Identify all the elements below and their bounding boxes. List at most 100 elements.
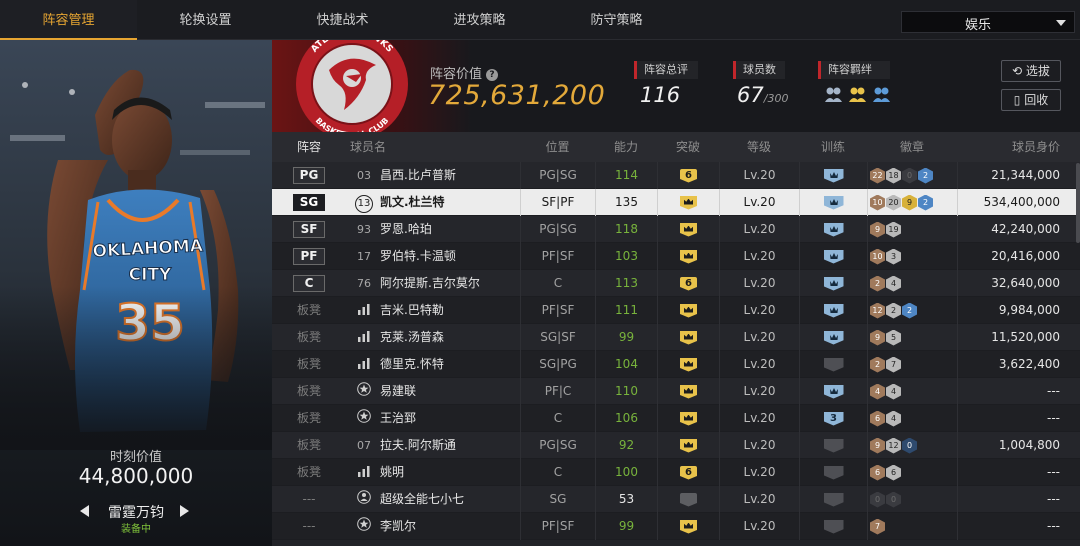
badges-cell[interactable]: 95 [867, 324, 957, 351]
tab-lineup-management[interactable]: 阵容管理 [0, 0, 137, 40]
badges-cell[interactable]: 44 [867, 378, 957, 405]
training-cell[interactable] [799, 270, 867, 297]
badges-cell[interactable]: 00 [867, 486, 957, 513]
breakthrough-cell[interactable] [657, 189, 719, 216]
player-ability: 53 [595, 486, 657, 513]
table-row[interactable]: 板凳 易建联 PF|C 110 Lv.20 44 --- [272, 378, 1080, 405]
training-cell[interactable] [799, 486, 867, 513]
player-name[interactable]: 罗恩.哈珀 [380, 216, 520, 243]
training-cell[interactable] [799, 243, 867, 270]
training-cell[interactable] [799, 432, 867, 459]
training-cell[interactable] [799, 189, 867, 216]
badges-cell[interactable]: 9 12 0 [867, 432, 957, 459]
recycle-button[interactable]: ▯ 回收 [1001, 89, 1061, 111]
badges-cell[interactable]: 10 20 9 2 [867, 189, 957, 216]
team-bond-icons[interactable] [824, 85, 890, 109]
player-name[interactable]: 易建联 [380, 378, 520, 405]
table-row[interactable]: 板凳 王治郅 C 106 Lv.20 3 64 --- [272, 405, 1080, 432]
player-name[interactable]: 德里克.怀特 [380, 351, 520, 378]
next-card-arrow-icon[interactable] [180, 505, 189, 517]
tab-offense-strategy[interactable]: 进攻策略 [411, 0, 548, 40]
col-level[interactable]: 等级 [719, 132, 799, 162]
player-ability: 110 [595, 378, 657, 405]
badges-cell[interactable]: 66 [867, 459, 957, 486]
tab-defense-strategy[interactable]: 防守策略 [548, 0, 685, 40]
breakthrough-cell[interactable]: 6 [657, 459, 719, 486]
table-row[interactable]: --- 李凯尔 PF|SF 99 Lv.20 7 --- [272, 513, 1080, 540]
breakthrough-cell[interactable]: 6 [657, 162, 719, 189]
table-row[interactable]: 板凳 姚明 C 100 6 Lv.20 66 --- [272, 459, 1080, 486]
tab-quick-tactics[interactable]: 快捷战术 [274, 0, 411, 40]
training-cell[interactable] [799, 513, 867, 540]
breakthrough-cell[interactable] [657, 297, 719, 324]
breakthrough-cell[interactable] [657, 243, 719, 270]
training-cell[interactable] [799, 162, 867, 189]
table-scrollbar[interactable] [1076, 163, 1080, 243]
training-cell[interactable] [799, 378, 867, 405]
col-position[interactable]: 位置 [520, 132, 595, 162]
player-name[interactable]: 吉米.巴特勒 [380, 297, 520, 324]
col-ability[interactable]: 能力 [595, 132, 657, 162]
player-name[interactable]: 凯文.杜兰特 [380, 189, 520, 216]
player-name[interactable]: 克莱.汤普森 [380, 324, 520, 351]
player-value: --- [957, 459, 1060, 486]
table-row[interactable]: 板凳 克莱.汤普森 SG|SF 99 Lv.20 95 11,520,000 [272, 324, 1080, 351]
col-slot[interactable]: 阵容 [284, 132, 334, 162]
badges-cell[interactable]: 22 18 0 2 [867, 162, 957, 189]
player-name[interactable]: 超级全能七小七 [380, 486, 520, 513]
badges-cell[interactable]: 24 [867, 270, 957, 297]
player-name[interactable]: 阿尔提斯.吉尔莫尔 [380, 270, 520, 297]
breakthrough-cell[interactable] [657, 405, 719, 432]
training-cell[interactable] [799, 351, 867, 378]
breakthrough-cell[interactable] [657, 378, 719, 405]
player-name[interactable]: 昌西.比卢普斯 [380, 162, 520, 189]
table-row[interactable]: 板凳 吉米.巴特勒 PF|SF 111 Lv.20 12 2 2 9,984,000 [272, 297, 1080, 324]
breakthrough-cell[interactable] [657, 432, 719, 459]
table-row[interactable]: PG 03 昌西.比卢普斯 PG|SG 114 6 Lv.20 22 18 0 2 2… [272, 162, 1080, 189]
breakthrough-cell[interactable] [657, 324, 719, 351]
training-cell[interactable] [799, 216, 867, 243]
breakthrough-cell[interactable]: 6 [657, 270, 719, 297]
badges-cell[interactable]: 12 2 2 [867, 297, 957, 324]
select-button[interactable]: ⟲ 选拔 [1001, 60, 1061, 82]
table-row[interactable]: SG 13 凯文.杜兰特 SF|PF 135 Lv.20 10 20 9 2 534,… [272, 189, 1080, 216]
player-name[interactable]: 罗伯特.卡温顿 [380, 243, 520, 270]
player-name[interactable]: 王治郅 [380, 405, 520, 432]
col-badges[interactable]: 徽章 [867, 132, 957, 162]
table-row[interactable]: 板凳 德里克.怀特 SG|PG 104 Lv.20 27 3,622,400 [272, 351, 1080, 378]
tab-rotation-settings[interactable]: 轮换设置 [137, 0, 274, 40]
breakthrough-cell[interactable] [657, 351, 719, 378]
training-empty-icon [823, 519, 844, 534]
player-name[interactable]: 拉夫.阿尔斯通 [380, 432, 520, 459]
player-name[interactable]: 姚明 [380, 459, 520, 486]
bars-icon [358, 325, 370, 352]
crown-icon [680, 303, 697, 318]
training-cell[interactable]: 3 [799, 405, 867, 432]
number-cell: 03 [350, 162, 378, 189]
table-row[interactable]: C 76 阿尔提斯.吉尔莫尔 C 113 6 Lv.20 24 32,640,0… [272, 270, 1080, 297]
badges-cell[interactable]: 7 [867, 513, 957, 540]
badges-cell[interactable]: 9 19 [867, 216, 957, 243]
badges-cell[interactable]: 10 3 [867, 243, 957, 270]
col-training[interactable]: 训练 [799, 132, 867, 162]
training-cell[interactable] [799, 324, 867, 351]
col-breakthrough[interactable]: 突破 [657, 132, 719, 162]
badges-cell[interactable]: 64 [867, 405, 957, 432]
col-name[interactable]: 球员名 [350, 132, 410, 162]
mode-dropdown[interactable]: 娱乐 [901, 11, 1075, 33]
badges-cell[interactable]: 27 [867, 351, 957, 378]
table-row[interactable]: --- 超级全能七小七 SG 53 Lv.20 00 --- [272, 486, 1080, 513]
jersey-number: 03 [357, 169, 371, 182]
col-value[interactable]: 球员身价 [957, 132, 1060, 162]
training-cell[interactable] [799, 297, 867, 324]
breakthrough-cell[interactable] [657, 513, 719, 540]
bars-icon [358, 298, 370, 325]
table-row[interactable]: PF 17 罗伯特.卡温顿 PF|SF 103 Lv.20 10 3 20,416… [272, 243, 1080, 270]
table-row[interactable]: 板凳 07 拉夫.阿尔斯通 PG|SG 92 Lv.20 9 12 0 1,004,… [272, 432, 1080, 459]
table-row[interactable]: SF 93 罗恩.哈珀 PG|SG 118 Lv.20 9 19 42,240,0… [272, 216, 1080, 243]
player-name[interactable]: 李凯尔 [380, 513, 520, 540]
training-cell[interactable] [799, 459, 867, 486]
breakthrough-cell[interactable] [657, 486, 719, 513]
breakthrough-cell[interactable] [657, 216, 719, 243]
badge-hex-icon: 6 [870, 464, 885, 481]
